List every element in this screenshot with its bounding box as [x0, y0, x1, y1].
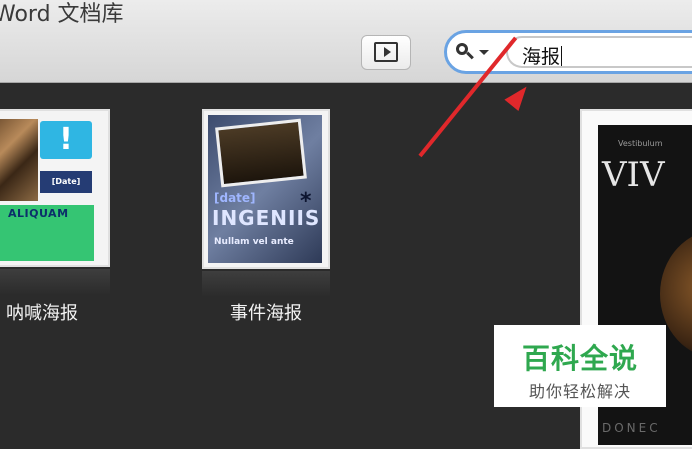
thumbnail-heading: ALIQUAM	[8, 207, 69, 220]
template-event-poster[interactable]: [date] INGENIIS Nullam vel ante * 事件海报	[202, 109, 332, 329]
slideshow-play-button[interactable]	[361, 35, 411, 70]
thumbnail-reflection	[0, 269, 110, 295]
window-toolbar: Word 文档库 海报	[0, 0, 692, 83]
thumbnail-date: [Date]	[40, 171, 92, 193]
thumbnail-badge: !	[40, 121, 92, 159]
play-icon	[374, 42, 398, 62]
thumbnail-asterisk: *	[300, 189, 312, 214]
thumbnail-small-text: Vestibulum	[618, 139, 663, 148]
template-shout-poster[interactable]: ! [Date] ALIQUAM 呐喊海报	[0, 109, 118, 329]
thumbnail-heading: VIV	[602, 155, 665, 195]
template-thumbnail[interactable]: ! [Date] ALIQUAM	[0, 109, 110, 267]
thumbnail-reflection	[202, 271, 330, 297]
template-label[interactable]: 呐喊海报	[0, 299, 156, 325]
thumbnail-date: [date]	[214, 191, 256, 205]
watermark-main: 百科全说	[521, 342, 638, 375]
thumbnail-photo	[215, 118, 307, 188]
text-cursor	[561, 46, 563, 66]
watermark-logo: 百科全说 助你轻松解决	[494, 325, 666, 407]
thumbnail-subtitle: Nullam vel ante	[214, 237, 294, 247]
search-field[interactable]: 海报	[444, 30, 692, 74]
thumbnail-photo	[0, 119, 38, 201]
template-thumbnail[interactable]: [date] INGENIIS Nullam vel ante *	[202, 109, 330, 269]
search-input[interactable]: 海报	[506, 36, 692, 68]
watermark-sub: 助你轻松解决	[528, 382, 631, 401]
template-label[interactable]: 事件海报	[202, 299, 330, 325]
window-title: Word 文档库	[0, 2, 124, 27]
search-value: 海报	[522, 46, 561, 68]
